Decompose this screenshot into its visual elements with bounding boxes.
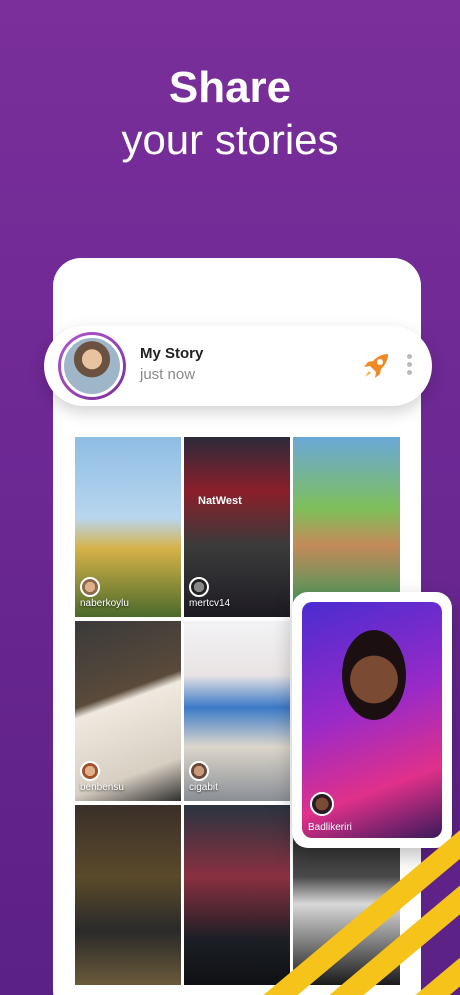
featured-story-card[interactable]: Badlikeriri — [292, 592, 452, 848]
story-username: naberkoylu — [80, 598, 129, 609]
story-tile[interactable] — [184, 805, 290, 985]
more-vertical-icon[interactable] — [402, 354, 416, 378]
featured-username: Badlikeriri — [308, 822, 352, 833]
avatar — [310, 792, 334, 816]
headline-line1: Share — [168, 63, 292, 112]
my-story-time: just now — [140, 366, 196, 383]
story-username: cigabit — [189, 782, 218, 793]
headline-line2: your stories — [121, 116, 339, 163]
story-username: mertcv14 — [189, 598, 231, 609]
my-story-title: My Story — [140, 345, 204, 362]
avatar — [80, 761, 100, 781]
story-tile[interactable]: naberkoylu — [75, 437, 181, 617]
story-tile[interactable]: cigabit — [184, 621, 290, 801]
avatar — [189, 761, 209, 781]
avatar — [189, 577, 209, 597]
headline: Share your stories — [0, 62, 460, 166]
story-tile[interactable]: benbensu — [75, 621, 181, 801]
rocket-icon[interactable] — [360, 350, 392, 382]
my-story-card[interactable]: My Story just now — [44, 326, 432, 406]
story-tile[interactable] — [75, 805, 181, 985]
story-tile[interactable] — [293, 437, 400, 617]
avatar — [80, 577, 100, 597]
natwest-sign: NatWest — [198, 495, 242, 507]
story-tile[interactable]: NatWest mertcv14 — [184, 437, 290, 617]
story-username: benbensu — [80, 782, 124, 793]
avatar — [58, 332, 126, 400]
